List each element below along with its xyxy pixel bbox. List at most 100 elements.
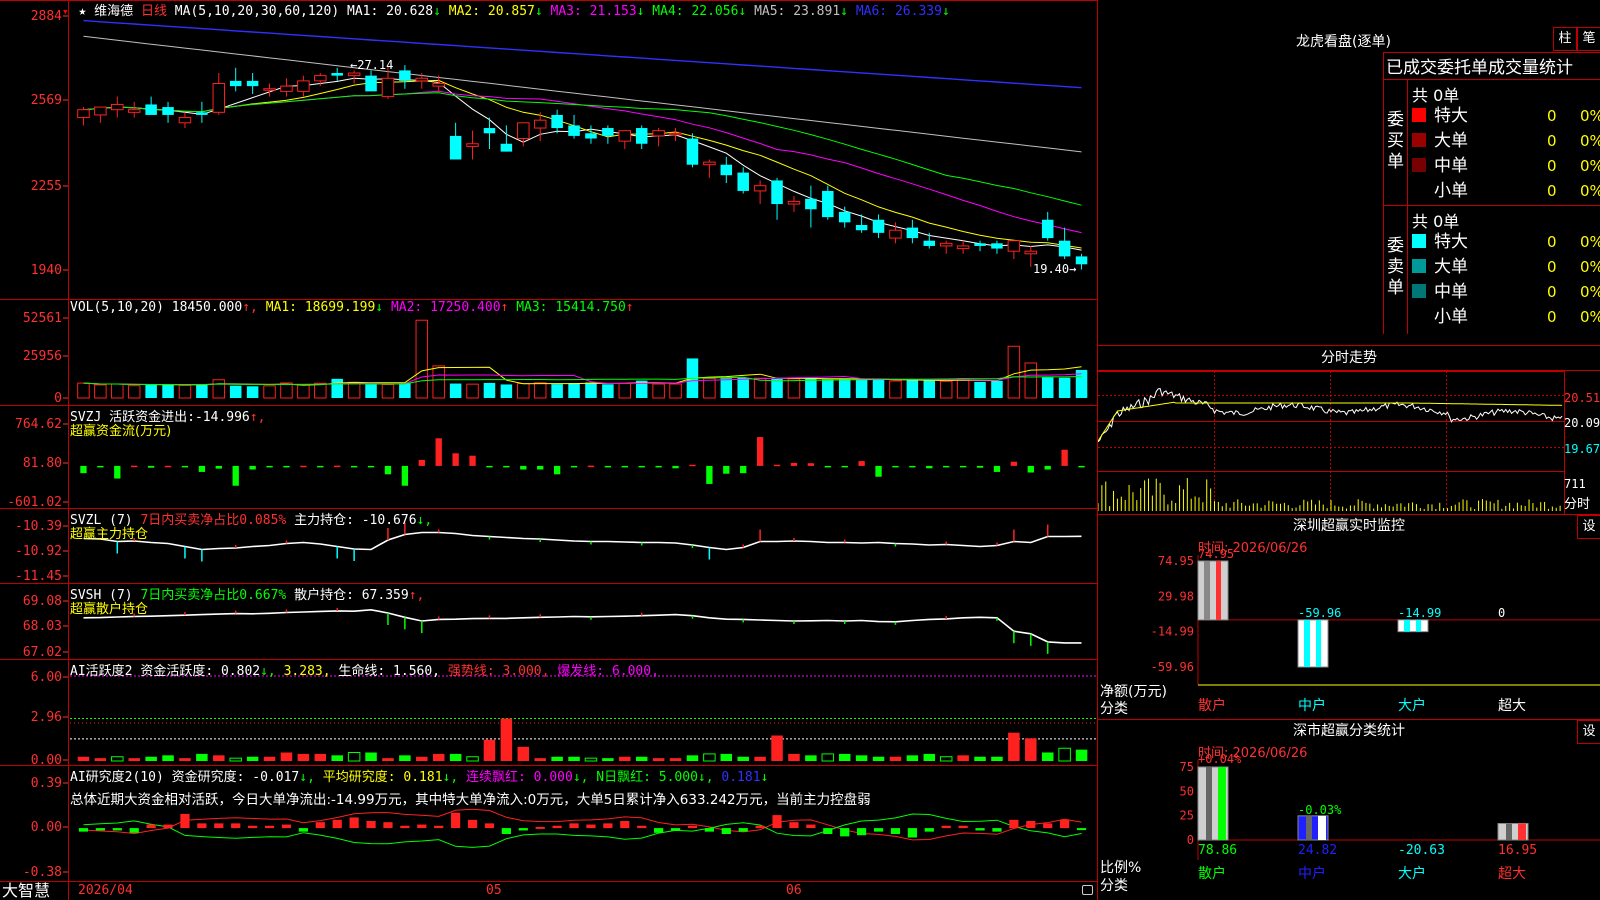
order-percent: 0% [1580, 258, 1600, 276]
ai1-bar [602, 758, 614, 761]
brand-logo[interactable]: 大智慧 [0, 882, 70, 900]
ai1-bar [974, 756, 986, 761]
candle-body[interactable] [906, 227, 919, 239]
candle-body[interactable] [145, 104, 157, 115]
candle-body[interactable] [212, 83, 226, 113]
candle-body[interactable] [533, 119, 547, 129]
candle-body[interactable] [787, 200, 801, 205]
candle-body[interactable] [551, 114, 563, 129]
class-category-label: 中户 [1298, 865, 1326, 882]
ai1-v5: 6.000, [611, 664, 659, 679]
ai1-bar [263, 756, 276, 761]
candle-body[interactable] [974, 243, 986, 246]
candle-body[interactable] [1007, 240, 1021, 252]
candle-body[interactable] [94, 106, 107, 116]
candle-body[interactable] [855, 224, 868, 231]
lock-icon[interactable] [1082, 885, 1093, 895]
candle-body[interactable] [889, 229, 902, 239]
candle-body[interactable] [991, 243, 1003, 249]
candle-body[interactable] [229, 80, 242, 87]
class-bar-stripe [1206, 767, 1212, 840]
chart-canvas[interactable]: 2884 2569 2255 1940 52561 25956 0 764.62 81.80 -6… [0, 0, 1098, 900]
candle-body[interactable] [602, 128, 614, 136]
candle-body[interactable] [162, 107, 174, 115]
star-icon[interactable]: ★ [78, 4, 86, 19]
class-tick-label: 0 [1187, 833, 1194, 847]
class-value-label: 78.86 [1198, 843, 1237, 858]
candle-body[interactable] [618, 130, 632, 142]
candle-body[interactable] [669, 132, 682, 136]
candle-body[interactable] [585, 133, 597, 139]
bar-mode-button[interactable]: 柱 [1553, 27, 1577, 51]
candle-body[interactable] [1058, 240, 1071, 257]
candle-body[interactable] [635, 128, 648, 144]
candle-body[interactable] [923, 240, 936, 246]
order-type: 小单 [1434, 307, 1468, 327]
candle-body[interactable] [246, 80, 259, 87]
candle-body[interactable] [432, 83, 445, 87]
candle-body[interactable] [956, 245, 970, 250]
ai2-bar [248, 825, 258, 829]
candle-body[interactable] [365, 75, 377, 92]
candle-body[interactable] [1024, 250, 1038, 255]
candle-body[interactable] [483, 128, 496, 134]
candle-body[interactable] [753, 185, 767, 192]
candle-body[interactable] [347, 72, 361, 77]
order-count: 0 [1547, 283, 1557, 301]
chart-area[interactable]: 2884 2569 2255 1940 52561 25956 0 764.62 81.80 -6… [0, 0, 1098, 900]
candle-body[interactable] [415, 77, 429, 82]
svsh-text: 散户持仓: [294, 588, 354, 603]
svzj-bar [841, 465, 848, 468]
candle-body[interactable] [111, 103, 124, 111]
volume-bar [720, 378, 733, 398]
sz-tick-label: 74.95 [1158, 554, 1194, 568]
svsh-tick-label: 67.02 [23, 645, 62, 660]
ai2-bar [95, 828, 105, 831]
candle-body[interactable] [805, 198, 817, 210]
candle-body[interactable] [399, 70, 411, 81]
candle-body[interactable] [703, 161, 716, 166]
candle-body[interactable] [466, 143, 479, 147]
ai2-bar [857, 828, 867, 836]
class-category-label: 散户 [1198, 865, 1226, 882]
candle-body[interactable] [1075, 256, 1088, 265]
candle-body[interactable] [737, 172, 749, 191]
ai1-t4: 强势线: [447, 664, 495, 679]
chevron-down-icon[interactable]: ▾ [62, 5, 69, 18]
intraday-chart[interactable] [1098, 371, 1600, 514]
candle-body[interactable] [720, 164, 733, 176]
candle-body[interactable] [331, 73, 343, 76]
candle-body[interactable] [280, 85, 293, 92]
candle-body[interactable] [652, 130, 665, 137]
candle-body[interactable] [838, 211, 851, 223]
candle-body[interactable] [517, 122, 530, 140]
intraday-panel[interactable]: 分时走势 20.51 20.09 19.67 711 分时 [1098, 346, 1600, 515]
order-count: 0 [1547, 308, 1557, 326]
class-value-label: 24.82 [1298, 843, 1337, 858]
sz-bar-stripe [1316, 619, 1321, 667]
candle-body[interactable] [686, 138, 699, 165]
candle-body[interactable] [263, 88, 276, 91]
sz-bar-stripe [1216, 561, 1221, 620]
candle-body[interactable] [297, 80, 310, 92]
candle-body[interactable] [196, 112, 208, 115]
candle-body[interactable] [449, 135, 462, 160]
candle-body[interactable] [822, 190, 834, 218]
candle-body[interactable] [77, 109, 90, 119]
tick-mode-button[interactable]: 笔 [1577, 27, 1600, 51]
candle-body[interactable] [939, 242, 953, 247]
candle-body[interactable] [872, 219, 885, 233]
stock-name[interactable]: 维海德 [94, 4, 133, 19]
candle-body[interactable] [500, 143, 513, 152]
period-label[interactable]: 日线 [141, 4, 167, 19]
candle-body[interactable] [771, 180, 783, 205]
candle-body[interactable] [178, 117, 192, 124]
candle-body[interactable] [381, 77, 395, 98]
volume-bar [974, 381, 986, 398]
candle-body[interactable] [314, 75, 327, 82]
candle-body[interactable] [568, 125, 580, 136]
ai1-bar [584, 757, 598, 762]
candle-body[interactable] [127, 109, 141, 113]
candle-body[interactable] [1041, 219, 1054, 239]
color-swatch [1412, 108, 1426, 122]
